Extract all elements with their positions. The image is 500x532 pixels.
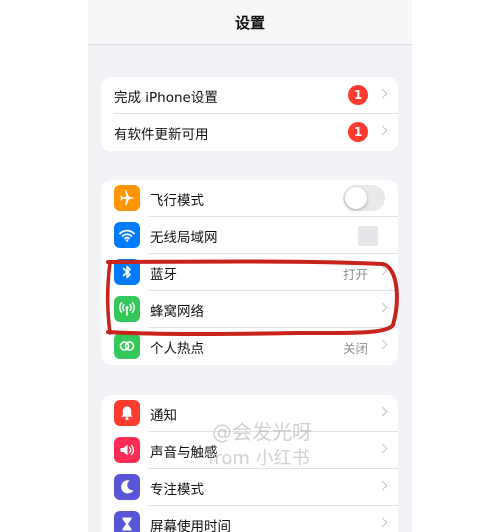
chevron-right-icon — [377, 302, 388, 313]
toggle-knob — [345, 187, 367, 209]
row-label: 蓝牙 — [150, 267, 177, 283]
hourglass-icon — [114, 511, 140, 532]
row-label: 个人热点 — [150, 341, 204, 357]
connectivity-group: 飞行模式 无线局域网 蓝牙 打开 蜂窝网络 个人热点 关闭 — [101, 180, 398, 365]
airplane-mode-toggle[interactable] — [343, 185, 385, 211]
software-update-row[interactable]: 有软件更新可用 1 — [101, 114, 398, 151]
setup-group: 完成 iPhone设置 1 有软件更新可用 1 — [101, 77, 398, 151]
chevron-right-icon — [377, 517, 388, 528]
chevron-right-icon — [377, 443, 388, 454]
notification-badge: 1 — [348, 85, 368, 105]
chevron-right-icon — [377, 339, 388, 350]
notification-badge: 1 — [348, 122, 368, 142]
chevron-right-icon — [377, 265, 388, 276]
wifi-icon — [114, 222, 140, 248]
cellular-antenna-icon — [114, 296, 140, 322]
row-label: 无线局域网 — [150, 230, 218, 246]
finish-iphone-setup-row[interactable]: 完成 iPhone设置 1 — [101, 77, 398, 114]
chevron-right-icon — [377, 480, 388, 491]
chevron-right-icon — [377, 406, 388, 417]
bell-icon — [114, 400, 140, 426]
navigation-bar: 设置 — [88, 0, 412, 45]
airplane-mode-row[interactable]: 飞行模式 — [101, 180, 398, 217]
watermark-source: from 小红书 — [208, 448, 310, 469]
page-title: 设置 — [234, 14, 265, 32]
row-label: 有软件更新可用 — [114, 127, 209, 143]
hotspot-status: 关闭 — [342, 341, 368, 356]
bluetooth-status: 打开 — [342, 267, 368, 282]
airplane-icon — [114, 185, 140, 211]
watermark-handle: @会发光呀 — [212, 420, 312, 444]
cellular-row[interactable]: 蜂窝网络 — [101, 291, 398, 328]
focus-row[interactable]: 专注模式 — [101, 469, 398, 506]
row-label: 飞行模式 — [150, 193, 204, 209]
bluetooth-icon — [114, 259, 140, 285]
bluetooth-row[interactable]: 蓝牙 打开 — [101, 254, 398, 291]
wifi-status-placeholder — [358, 226, 378, 246]
row-label: 蜂窝网络 — [150, 304, 204, 320]
row-label: 屏幕使用时间 — [150, 519, 231, 532]
chevron-right-icon — [377, 125, 388, 136]
moon-icon — [114, 474, 140, 500]
chevron-right-icon — [377, 88, 388, 99]
screen-time-row[interactable]: 屏幕使用时间 — [101, 506, 398, 532]
row-label: 通知 — [150, 408, 177, 424]
wifi-row[interactable]: 无线局域网 — [101, 217, 398, 254]
row-label: 专注模式 — [150, 482, 204, 498]
row-label: 完成 iPhone设置 — [114, 90, 218, 106]
hotspot-icon — [114, 333, 140, 359]
personal-hotspot-row[interactable]: 个人热点 关闭 — [101, 328, 398, 365]
speaker-icon — [114, 437, 140, 463]
